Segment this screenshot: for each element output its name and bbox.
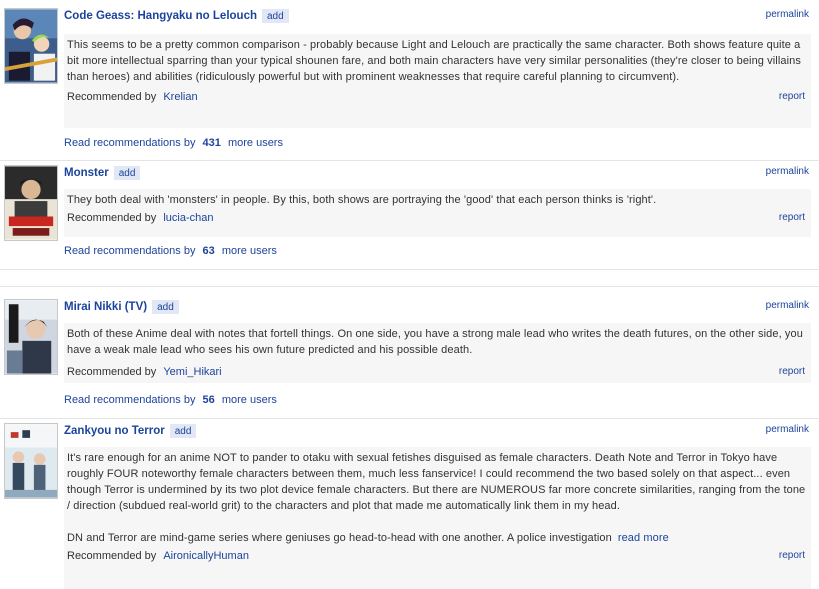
recommended-by-label: Recommended by xyxy=(67,91,157,103)
recommendation-body: This seems to be a pretty common compari… xyxy=(64,34,811,128)
recommender-user-link[interactable]: Krelian xyxy=(163,91,197,103)
recommended-by-label: Recommended by xyxy=(67,550,157,562)
anime-title-link[interactable]: Code Geass: Hangyaku no Lelouch xyxy=(64,10,257,22)
more-recommendations-link[interactable]: Read recommendations by 63 more users xyxy=(64,245,277,257)
report-link[interactable]: report xyxy=(779,210,805,226)
report-link[interactable]: report xyxy=(779,89,805,105)
mirai-nikki-cover-image xyxy=(5,300,57,374)
anime-thumbnail[interactable] xyxy=(4,8,58,84)
recommended-by-line: Recommended by lucia-chan report xyxy=(67,210,808,226)
recommendation-text: This seems to be a pretty common compari… xyxy=(67,37,808,85)
recommendation-text: It's rare enough for an anime NOT to pan… xyxy=(67,450,808,546)
more-suffix: more users xyxy=(221,394,277,406)
recommendation-text: Both of these Anime deal with notes that… xyxy=(67,326,808,358)
anime-thumbnail[interactable] xyxy=(4,423,58,499)
more-count: 56 xyxy=(202,394,215,406)
more-suffix: more users xyxy=(227,137,283,149)
more-suffix: more users xyxy=(221,245,277,257)
code-geass-cover-image xyxy=(5,9,57,83)
monster-cover-image xyxy=(5,166,57,240)
recommended-by-line: Recommended by Krelian report xyxy=(67,89,808,105)
add-button[interactable]: add xyxy=(113,166,141,180)
section-gap xyxy=(0,269,819,287)
anime-thumbnail[interactable] xyxy=(4,165,58,241)
report-link[interactable]: report xyxy=(779,548,805,564)
recommendation-body: It's rare enough for an anime NOT to pan… xyxy=(64,447,811,589)
more-recommendations-link[interactable]: Read recommendations by 431 more users xyxy=(64,137,283,149)
divider xyxy=(0,160,819,161)
more-recommendations-link[interactable]: Read recommendations by 56 more users xyxy=(64,394,277,406)
more-prefix: Read recommendations by xyxy=(64,245,196,257)
anime-title-link[interactable]: Zankyou no Terror xyxy=(64,425,165,437)
recommendation-body: Both of these Anime deal with notes that… xyxy=(64,323,811,383)
anime-thumbnail[interactable] xyxy=(4,299,58,375)
more-prefix: Read recommendations by xyxy=(64,137,196,149)
add-button[interactable]: add xyxy=(152,300,179,314)
recommended-by-line: Recommended by Yemi_Hikari report xyxy=(67,364,808,380)
permalink-link[interactable]: permalink xyxy=(766,424,809,435)
recommendation-text: They both deal with 'monsters' in people… xyxy=(67,192,808,208)
recommended-by-label: Recommended by xyxy=(67,366,157,378)
recommendation-paragraph-text: DN and Terror are mind-game series where… xyxy=(67,532,612,544)
zankyou-no-terror-cover-image xyxy=(5,424,57,498)
add-button[interactable]: add xyxy=(261,9,289,23)
recommendation-paragraph: Both of these Anime deal with notes that… xyxy=(67,328,803,356)
permalink-link[interactable]: permalink xyxy=(766,166,809,177)
more-prefix: Read recommendations by xyxy=(64,394,196,406)
recommendations-page: Code Geass: Hangyaku no Lelouch add perm… xyxy=(0,0,819,589)
recommendation-paragraph: It's rare enough for an anime NOT to pan… xyxy=(67,452,806,512)
permalink-link[interactable]: permalink xyxy=(766,9,809,20)
recommended-by-label: Recommended by xyxy=(67,212,157,224)
recommender-user-link[interactable]: Yemi_Hikari xyxy=(163,366,221,378)
recommendation-paragraph: This seems to be a pretty common compari… xyxy=(67,39,801,83)
report-link[interactable]: report xyxy=(779,364,805,380)
recommended-by-line: Recommended by AironicallyHuman report xyxy=(67,548,808,564)
add-button[interactable]: add xyxy=(169,424,197,438)
recommender-user-link[interactable]: AironicallyHuman xyxy=(163,550,249,562)
divider xyxy=(0,418,819,419)
read-more-link[interactable]: read more xyxy=(618,532,669,544)
recommendation-paragraph: DN and Terror are mind-game series where… xyxy=(67,530,808,546)
anime-title-link[interactable]: Monster xyxy=(64,167,109,179)
anime-title-link[interactable]: Mirai Nikki (TV) xyxy=(64,301,147,313)
recommender-user-link[interactable]: lucia-chan xyxy=(163,212,213,224)
more-count: 431 xyxy=(202,137,221,149)
recommendation-body: They both deal with 'monsters' in people… xyxy=(64,189,811,237)
recommendation-paragraph: They both deal with 'monsters' in people… xyxy=(67,194,657,206)
more-count: 63 xyxy=(202,245,215,257)
permalink-link[interactable]: permalink xyxy=(766,300,809,311)
